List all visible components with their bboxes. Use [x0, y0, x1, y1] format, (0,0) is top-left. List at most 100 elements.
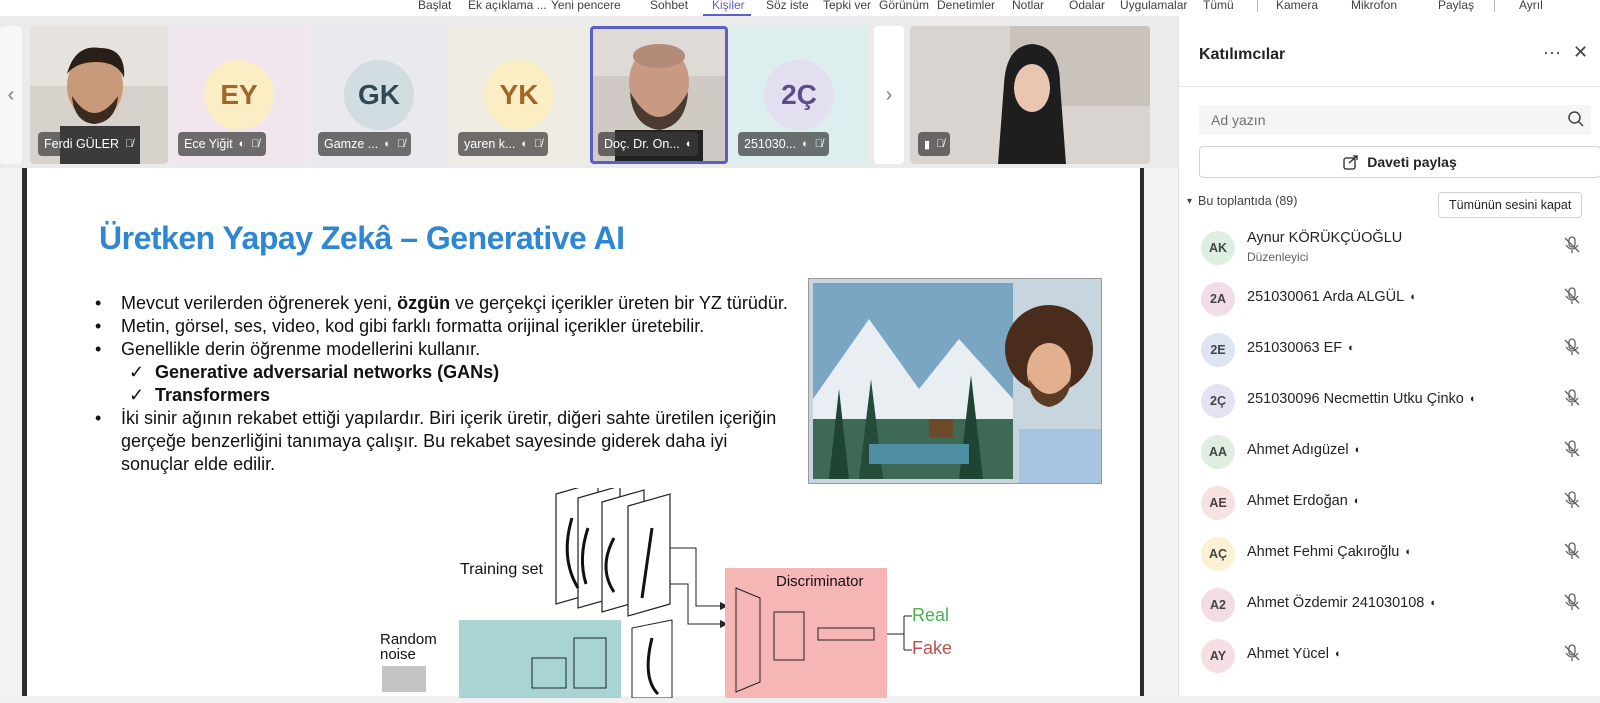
tile-name-bar: Gamze ... ◐ 🎙̸: [318, 132, 412, 156]
avatar: AK: [1201, 231, 1235, 265]
mute-all-button[interactable]: Tümünün sesini kapat: [1438, 192, 1583, 218]
toolbar-controls[interactable]: Denetimler: [937, 0, 995, 12]
participant-row[interactable]: 2Ç 251030096 Necmettin Utku Çinko ◐: [1179, 375, 1600, 425]
mic-off-icon[interactable]: [1562, 490, 1582, 510]
more-options-icon[interactable]: ···: [1543, 42, 1561, 63]
panel-title: Katılımcılar: [1199, 46, 1286, 63]
guest-icon: ◐: [521, 138, 529, 150]
chevron-left-icon: ‹: [7, 83, 15, 106]
avatar: YK: [484, 60, 554, 130]
toolbar-raise-hand[interactable]: Söz iste: [766, 0, 809, 12]
avatar: AA: [1201, 435, 1235, 469]
participant-tile[interactable]: YK yaren k... ◐ 🎙̸: [450, 26, 588, 164]
toolbar-all[interactable]: Tümü: [1203, 0, 1234, 12]
participant-row[interactable]: AE Ahmet Erdoğan ◐: [1179, 477, 1600, 527]
avatar: 2Ç: [1201, 384, 1235, 418]
participant-name: Aynur KÖRÜKÇÜOĞLU: [1247, 230, 1403, 246]
participant-row[interactable]: AÇ Ahmet Fehmi Çakıroğlu ◐: [1179, 528, 1600, 578]
avatar: A2: [1201, 588, 1235, 622]
mic-off-icon: 🎙̸: [534, 138, 543, 150]
search-placeholder: Ad yazın: [1211, 112, 1266, 128]
meeting-group-header[interactable]: ▾ Bu toplantıda (89): [1187, 194, 1297, 208]
avatar: AY: [1201, 639, 1235, 673]
toolbar-new-window[interactable]: Yeni pencere: [551, 0, 621, 12]
divider: [1179, 86, 1600, 87]
mic-off-icon[interactable]: [1562, 541, 1582, 561]
participant-name: Ahmet Yücel ◐: [1247, 646, 1342, 662]
gallery-next-button[interactable]: ›: [874, 26, 904, 164]
tile-name: Ferdi GÜLER: [44, 137, 120, 151]
participant-row[interactable]: AK Aynur KÖRÜKÇÜOĞLU Düzenleyici: [1179, 222, 1600, 272]
mic-off-icon[interactable]: [1562, 643, 1582, 663]
toolbar-apps[interactable]: Uygulamalar: [1120, 0, 1187, 12]
tile-name: 251030...: [744, 137, 797, 151]
signal-icon: ▮: [924, 138, 931, 151]
participant-row[interactable]: A2 Ahmet Özdemir 241030108 ◐: [1179, 579, 1600, 629]
gan-diagram: Training set Random noise Discriminator: [352, 481, 972, 700]
tile-name: Ece Yiğit: [184, 137, 233, 151]
participant-name: 251030096 Necmettin Utku Çinko ◐: [1247, 391, 1477, 407]
participant-role: Düzenleyici: [1247, 250, 1309, 264]
toolbar-separator: [1257, 0, 1258, 12]
mic-off-icon: 🎙̸: [814, 138, 824, 150]
toolbar-rooms[interactable]: Odalar: [1069, 0, 1105, 12]
mic-off-icon[interactable]: [1562, 388, 1582, 408]
toolbar-react[interactable]: Tepki ver: [823, 0, 871, 12]
mic-off-icon[interactable]: [1562, 286, 1582, 306]
participant-name: 251030061 Arda ALGÜL ◐: [1247, 289, 1417, 305]
guest-icon: ◐: [1354, 444, 1362, 456]
mic-off-icon[interactable]: [1562, 337, 1582, 357]
mic-off-icon[interactable]: [1562, 235, 1582, 255]
toolbar-people[interactable]: Kişiler: [712, 0, 745, 12]
presentation-slide: Üretken Yapay Zekâ – Generative AI Mevcu…: [22, 168, 1144, 700]
toolbar-annotation[interactable]: Ek açıklama ...: [468, 0, 547, 12]
toolbar-chat[interactable]: Sohbet: [650, 0, 688, 12]
guest-icon: ◐: [802, 138, 809, 150]
guest-icon: ◐: [1410, 291, 1417, 303]
toolbar-share[interactable]: Paylaş: [1438, 0, 1474, 12]
participant-row[interactable]: AY Ahmet Yücel ◐: [1179, 630, 1600, 680]
meeting-toolbar: Başlat Ek açıklama ... Yeni pencere Sohb…: [0, 0, 1600, 16]
toolbar-mic[interactable]: Mikrofon: [1351, 0, 1397, 12]
tile-name: Gamze ...: [324, 137, 379, 151]
toolbar-view[interactable]: Görünüm: [879, 0, 929, 12]
avatar: AÇ: [1201, 537, 1235, 571]
chevron-down-icon: ▾: [1187, 195, 1193, 207]
chevron-right-icon: ›: [885, 83, 893, 106]
participant-tile[interactable]: GK Gamze ... ◐ 🎙̸: [310, 26, 448, 164]
toolbar-camera[interactable]: Kamera: [1276, 0, 1318, 12]
guest-icon: ◐: [384, 138, 391, 150]
tile-name-bar: yaren k... ◐ 🎙̸: [458, 132, 549, 156]
participant-tile[interactable]: Ferdi GÜLER 🎙̸: [30, 26, 168, 164]
fake-label: Fake: [912, 638, 952, 658]
guest-icon: ◐: [685, 138, 693, 150]
mic-off-icon[interactable]: [1562, 592, 1582, 612]
participant-tile[interactable]: ▮ 🎙̸: [910, 26, 1150, 164]
toolbar-separator: [1494, 0, 1495, 12]
toolbar-notes[interactable]: Notlar: [1012, 0, 1044, 12]
group-label: Bu toplantıda (89): [1198, 194, 1298, 208]
participant-tile[interactable]: EY Ece Yiğit ◐ 🎙̸: [170, 26, 308, 164]
tile-name-bar: Doç. Dr. On... ◐: [598, 132, 699, 156]
participant-row[interactable]: AA Ahmet Adıgüzel ◐: [1179, 426, 1600, 476]
participant-tile[interactable]: 2Ç 251030... ◐ 🎙̸: [730, 26, 868, 164]
avatar: AE: [1201, 486, 1235, 520]
gallery-prev-button[interactable]: ‹: [0, 26, 22, 164]
tile-name-bar: Ece Yiğit ◐ 🎙̸: [178, 132, 266, 156]
share-invite-button[interactable]: Daveti paylaş: [1199, 146, 1600, 178]
discriminator-label: Discriminator: [776, 573, 864, 590]
share-icon: [1343, 155, 1358, 170]
toolbar-start[interactable]: Başlat: [418, 0, 451, 12]
participant-search-input[interactable]: Ad yazın: [1199, 105, 1591, 135]
video-gallery: ‹ Ferdi GÜLER 🎙̸ EY Ece Yiğit ◐ 🎙̸ GK Ga…: [0, 16, 1178, 168]
participant-row[interactable]: 2E 251030063 EF ◐: [1179, 324, 1600, 374]
participant-tile-active[interactable]: Doç. Dr. On... ◐: [590, 26, 728, 164]
mic-off-icon: 🎙̸: [125, 138, 134, 150]
mic-off-icon[interactable]: [1562, 439, 1582, 459]
bullet-item: Metin, görsel, ses, video, kod gibi fark…: [95, 315, 795, 338]
toolbar-leave[interactable]: Ayrıl: [1519, 0, 1543, 12]
participant-row[interactable]: 2A 251030061 Arda ALGÜL ◐: [1179, 273, 1600, 323]
mic-off-icon: 🎙̸: [251, 138, 260, 150]
search-icon[interactable]: [1567, 110, 1585, 128]
close-icon[interactable]: ✕: [1573, 42, 1588, 63]
